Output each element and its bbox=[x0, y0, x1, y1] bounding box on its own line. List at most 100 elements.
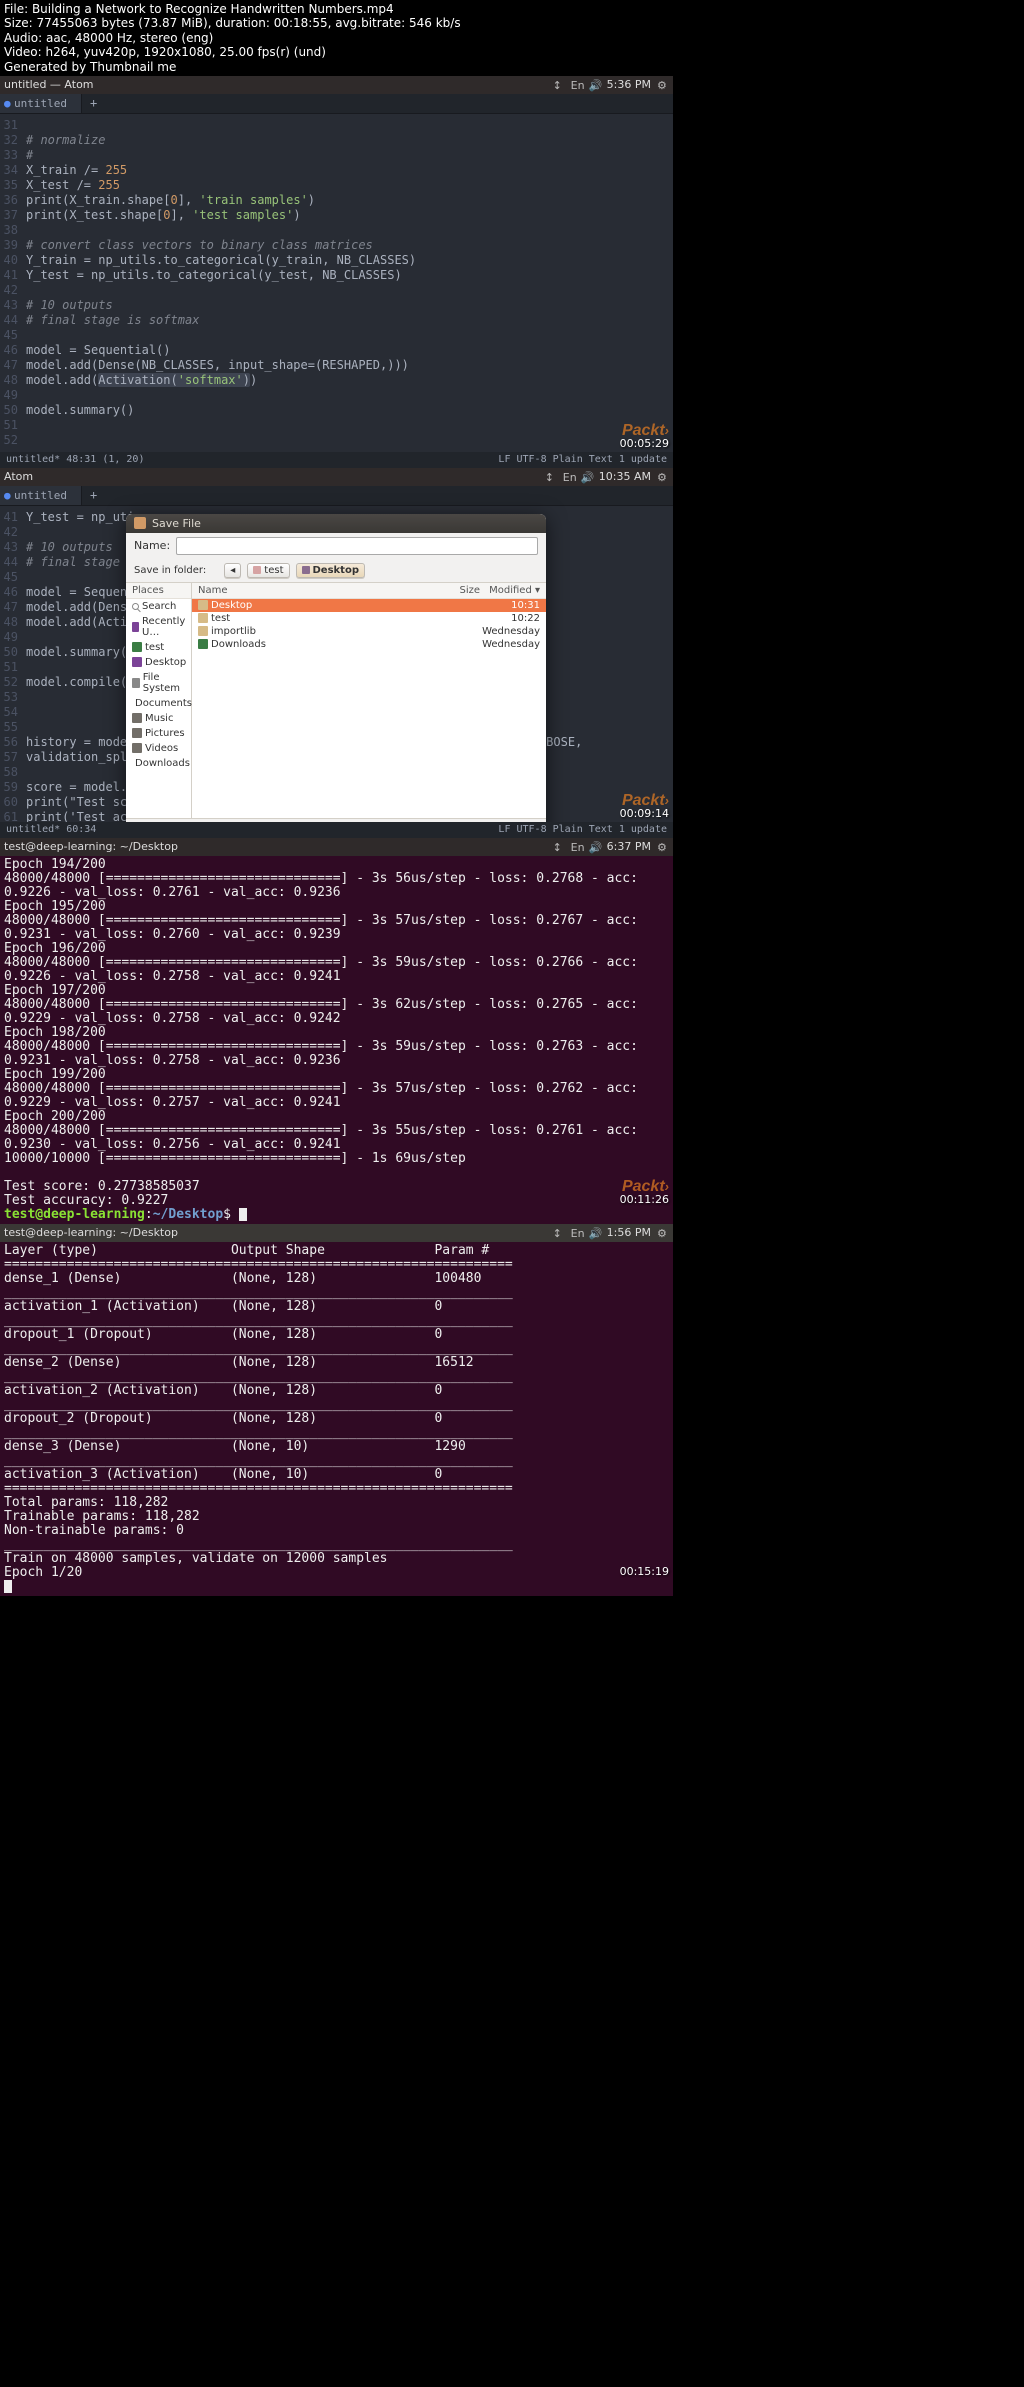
meta-video: Video: h264, yuv420p, 1920x1080, 25.00 f… bbox=[4, 45, 1020, 59]
editor-pane[interactable]: 31 32 33 34 35 36 37 38 39 40 41 42 43 4… bbox=[0, 114, 673, 452]
path-crumb-home[interactable]: ◂ bbox=[224, 563, 241, 578]
col-modified[interactable]: Modified ▾ bbox=[480, 585, 540, 596]
path-crumb-test[interactable]: test bbox=[247, 563, 289, 578]
frame-timestamp: 00:15:19 bbox=[620, 1565, 669, 1578]
status-bar: untitled* 48:31 (1, 20) LF UTF-8 Plain T… bbox=[0, 452, 673, 468]
name-label: Name: bbox=[134, 539, 170, 552]
window-topbar: Atom ↕ En 🔊 10:35 AM ⚙ bbox=[0, 468, 673, 486]
indicator-icon: ↕ bbox=[545, 471, 557, 482]
window-title: untitled — Atom bbox=[4, 78, 553, 91]
place-item[interactable]: Recently U… bbox=[126, 614, 191, 640]
places-sidebar: Places SearchRecently U…testDesktopFile … bbox=[126, 583, 192, 818]
window-topbar: test@deep-learning: ~/Desktop ↕ En 🔊 6:3… bbox=[0, 838, 673, 856]
window-topbar: untitled — Atom ↕ En 🔊 5:36 PM ⚙ bbox=[0, 76, 673, 94]
line-gutter: 41 42 43 44 45 46 47 48 49 50 51 52 53 5… bbox=[0, 510, 26, 825]
name-row: Name: bbox=[126, 533, 546, 559]
indicator-icon: ↕ bbox=[553, 1227, 565, 1238]
tab-untitled[interactable]: untitled bbox=[0, 94, 82, 113]
col-name[interactable]: Name bbox=[198, 585, 440, 596]
meta-size: Size: 77455063 bytes (73.87 MiB), durati… bbox=[4, 16, 1020, 30]
file-row[interactable]: importlibWednesday bbox=[192, 625, 546, 638]
place-item[interactable]: Downloads bbox=[126, 756, 191, 771]
clock: 10:35 AM bbox=[599, 470, 651, 483]
tray-icons: ↕ En 🔊 10:35 AM ⚙ bbox=[545, 470, 669, 483]
tab-untitled[interactable]: untitled bbox=[0, 486, 82, 505]
keyboard-icon: En bbox=[571, 79, 583, 90]
thumbnail-2: Atom ↕ En 🔊 10:35 AM ⚙ untitled + 41 42 … bbox=[0, 468, 673, 838]
file-row[interactable]: test10:22 bbox=[192, 612, 546, 625]
file-browser: Places SearchRecently U…testDesktopFile … bbox=[126, 582, 546, 818]
dialog-title: Save File bbox=[152, 517, 201, 530]
gear-icon: ⚙ bbox=[657, 841, 669, 852]
save-file-dialog: Save File Name: Save in folder: ◂ test D… bbox=[126, 514, 546, 849]
status-right: LF UTF-8 Plain Text 1 update bbox=[498, 454, 667, 465]
sound-icon: 🔊 bbox=[589, 79, 601, 90]
place-item[interactable]: Music bbox=[126, 711, 191, 726]
filename-input[interactable] bbox=[176, 537, 538, 555]
folder-row: Save in folder: ◂ test Desktop bbox=[126, 559, 546, 582]
file-metadata: File: Building a Network to Recognize Ha… bbox=[0, 0, 1024, 76]
keyboard-icon: En bbox=[563, 471, 575, 482]
meta-file: File: Building a Network to Recognize Ha… bbox=[4, 2, 1020, 16]
meta-generated: Generated by Thumbnail me bbox=[4, 60, 1020, 74]
frame-timestamp: 00:05:29 bbox=[620, 437, 669, 450]
keyboard-icon: En bbox=[571, 841, 583, 852]
place-item[interactable]: Desktop bbox=[126, 655, 191, 670]
clock: 1:56 PM bbox=[607, 1226, 651, 1239]
file-row[interactable]: DownloadsWednesday bbox=[192, 638, 546, 651]
atom-editor: untitled + 41 42 43 44 45 46 47 48 49 50… bbox=[0, 486, 673, 838]
places-header: Places bbox=[126, 583, 191, 599]
window-title: test@deep-learning: ~/Desktop bbox=[4, 840, 553, 853]
status-bar: untitled* 60:34 LF UTF-8 Plain Text 1 up… bbox=[0, 822, 673, 838]
sound-icon: 🔊 bbox=[589, 841, 601, 852]
frame-timestamp: 00:09:14 bbox=[620, 807, 669, 820]
tab-bar: untitled + bbox=[0, 486, 673, 506]
save-icon bbox=[134, 517, 146, 529]
clock: 6:37 PM bbox=[607, 840, 651, 853]
terminal-output[interactable]: Epoch 194/200 48000/48000 [=============… bbox=[0, 856, 673, 1224]
dialog-titlebar: Save File bbox=[126, 514, 546, 533]
file-list-header: Name Size Modified ▾ bbox=[192, 583, 546, 599]
tray-icons: ↕ En 🔊 5:36 PM ⚙ bbox=[553, 78, 669, 91]
place-item[interactable]: test bbox=[126, 640, 191, 655]
new-tab-button[interactable]: + bbox=[82, 485, 105, 505]
status-left: untitled* 60:34 bbox=[6, 824, 96, 835]
col-size[interactable]: Size bbox=[440, 585, 480, 596]
tray-icons: ↕ En 🔊 6:37 PM ⚙ bbox=[553, 840, 669, 853]
sound-icon: 🔊 bbox=[581, 471, 593, 482]
thumbnail-1: untitled — Atom ↕ En 🔊 5:36 PM ⚙ untitle… bbox=[0, 76, 673, 468]
place-item[interactable]: File System bbox=[126, 670, 191, 696]
frame-timestamp: 00:11:26 bbox=[620, 1193, 669, 1206]
gear-icon: ⚙ bbox=[657, 1227, 669, 1238]
terminal-output[interactable]: Layer (type) Output Shape Param # ======… bbox=[0, 1242, 673, 1596]
folder-label: Save in folder: bbox=[134, 565, 206, 576]
path-crumb-desktop[interactable]: Desktop bbox=[296, 563, 366, 578]
gear-icon: ⚙ bbox=[657, 79, 669, 90]
window-topbar: test@deep-learning: ~/Desktop ↕ En 🔊 1:5… bbox=[0, 1224, 673, 1242]
sound-icon: 🔊 bbox=[589, 1227, 601, 1238]
place-item[interactable]: Pictures bbox=[126, 726, 191, 741]
status-right: LF UTF-8 Plain Text 1 update bbox=[498, 824, 667, 835]
thumbnail-4: test@deep-learning: ~/Desktop ↕ En 🔊 1:5… bbox=[0, 1224, 673, 1596]
code-content[interactable]: # normalize # X_train /= 255 X_test /= 2… bbox=[26, 118, 673, 448]
meta-audio: Audio: aac, 48000 Hz, stereo (eng) bbox=[4, 31, 1020, 45]
window-title: test@deep-learning: ~/Desktop bbox=[4, 1226, 553, 1239]
indicator-icon: ↕ bbox=[553, 79, 565, 90]
atom-editor: untitled + 31 32 33 34 35 36 37 38 39 40… bbox=[0, 94, 673, 468]
gear-icon: ⚙ bbox=[657, 471, 669, 482]
place-item[interactable]: Videos bbox=[126, 741, 191, 756]
new-tab-button[interactable]: + bbox=[82, 93, 105, 113]
indicator-icon: ↕ bbox=[553, 841, 565, 852]
keyboard-icon: En bbox=[571, 1227, 583, 1238]
file-row[interactable]: Desktop10:31 bbox=[192, 599, 546, 612]
place-item[interactable]: Documents bbox=[126, 696, 191, 711]
tab-bar: untitled + bbox=[0, 94, 673, 114]
window-title: Atom bbox=[4, 470, 545, 483]
thumbnail-3: test@deep-learning: ~/Desktop ↕ En 🔊 6:3… bbox=[0, 838, 673, 1224]
status-left: untitled* 48:31 (1, 20) bbox=[6, 454, 144, 465]
line-gutter: 31 32 33 34 35 36 37 38 39 40 41 42 43 4… bbox=[0, 118, 26, 448]
tray-icons: ↕ En 🔊 1:56 PM ⚙ bbox=[553, 1226, 669, 1239]
clock: 5:36 PM bbox=[607, 78, 651, 91]
place-item[interactable]: Search bbox=[126, 599, 191, 614]
file-list: Name Size Modified ▾ Desktop10:31test10:… bbox=[192, 583, 546, 818]
